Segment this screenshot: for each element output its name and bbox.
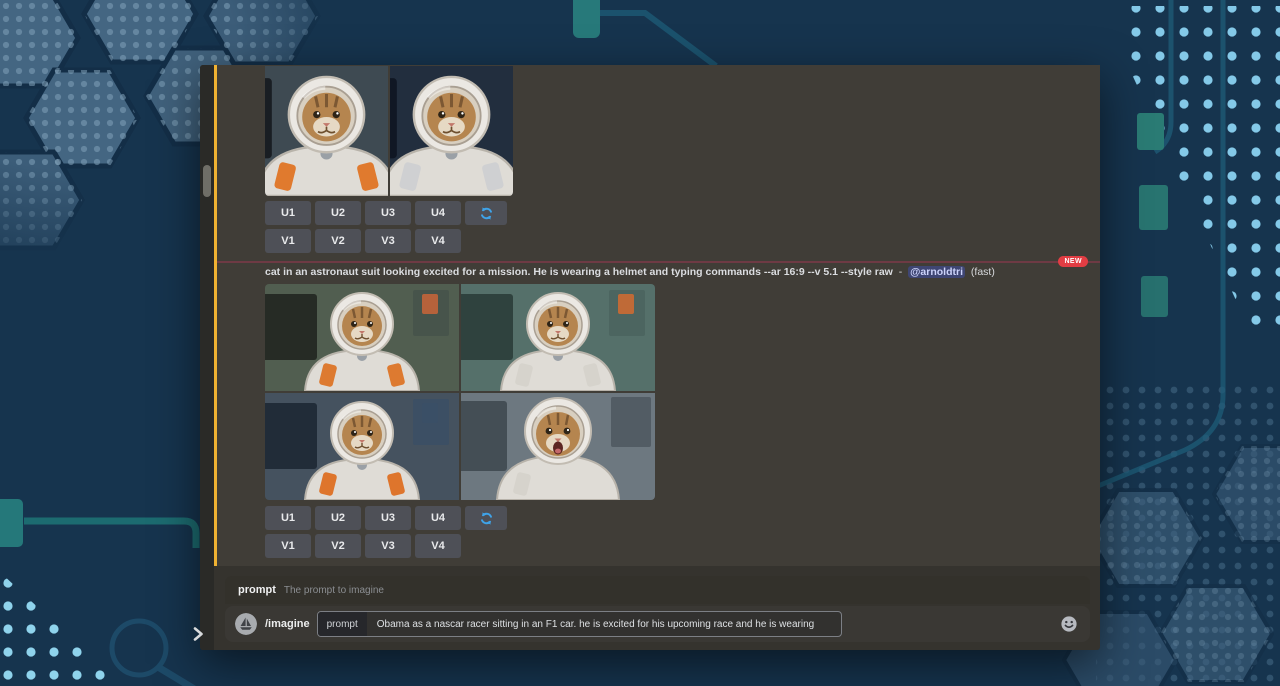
option-name: prompt — [238, 584, 276, 596]
message-prompt-line: cat in an astronaut suit looking excited… — [265, 266, 1085, 279]
reroll-button[interactable] — [465, 506, 507, 530]
variation-row-current: V1 V2 V3 V4 — [265, 534, 461, 558]
upscale-row-previous: U1 U2 U3 U4 — [265, 201, 507, 225]
prompt-text: cat in an astronaut suit looking excited… — [265, 266, 893, 278]
upscale-row-current: U1 U2 U3 U4 — [265, 506, 507, 530]
refresh-icon — [479, 511, 494, 526]
image-grid-previous[interactable] — [265, 66, 513, 196]
v4-button[interactable]: V4 — [415, 229, 461, 253]
expand-chevron-icon[interactable] — [191, 626, 205, 642]
separator: - — [899, 266, 903, 278]
variation-row-previous: V1 V2 V3 V4 — [265, 229, 461, 253]
v1-button[interactable]: V1 — [265, 534, 311, 558]
image-grid-current[interactable] — [265, 284, 655, 500]
smiley-emoji-icon — [1060, 615, 1078, 633]
v2-button[interactable]: V2 — [315, 229, 361, 253]
refresh-icon — [479, 206, 494, 221]
v3-button[interactable]: V3 — [365, 229, 411, 253]
user-mention[interactable]: @arnoldtri — [908, 266, 965, 278]
v1-button[interactable]: V1 — [265, 229, 311, 253]
v3-button[interactable]: V3 — [365, 534, 411, 558]
command-option-popup[interactable]: prompt The prompt to imagine — [225, 576, 1090, 604]
generated-image[interactable] — [461, 393, 655, 500]
generated-image[interactable] — [265, 393, 459, 500]
prompt-input[interactable]: prompt Obama as a nascar racer sitting i… — [317, 611, 842, 637]
slash-command-label: /imagine — [265, 618, 310, 630]
message-list: U1 U2 U3 U4 V1 V2 V3 V4 NEW cat in an as… — [217, 65, 1100, 566]
prompt-input-value[interactable]: Obama as a nascar racer sitting in an F1… — [367, 619, 814, 630]
generation-mode: (fast) — [971, 266, 995, 278]
discord-chat-panel: U1 U2 U3 U4 V1 V2 V3 V4 NEW cat in an as… — [200, 65, 1100, 650]
u2-button[interactable]: U2 — [315, 506, 361, 530]
u4-button[interactable]: U4 — [415, 201, 461, 225]
chat-input-bar[interactable]: /imagine prompt Obama as a nascar racer … — [225, 606, 1090, 642]
new-messages-divider: NEW — [217, 261, 1100, 263]
u4-button[interactable]: U4 — [415, 506, 461, 530]
generated-image[interactable] — [265, 66, 388, 196]
generated-image[interactable] — [390, 66, 513, 196]
v4-button[interactable]: V4 — [415, 534, 461, 558]
left-gutter — [200, 65, 214, 650]
emoji-picker-button[interactable] — [1060, 615, 1078, 633]
u3-button[interactable]: U3 — [365, 506, 411, 530]
option-description: The prompt to imagine — [284, 585, 384, 596]
param-chip: prompt — [318, 612, 367, 636]
u2-button[interactable]: U2 — [315, 201, 361, 225]
magnifier-motif — [112, 621, 196, 686]
generated-image[interactable] — [461, 284, 655, 391]
screen: U1 U2 U3 U4 V1 V2 V3 V4 NEW cat in an as… — [0, 0, 1280, 686]
u3-button[interactable]: U3 — [365, 201, 411, 225]
v2-button[interactable]: V2 — [315, 534, 361, 558]
scrollbar-thumb[interactable] — [203, 165, 211, 197]
reroll-button[interactable] — [465, 201, 507, 225]
generated-image[interactable] — [265, 284, 459, 391]
u1-button[interactable]: U1 — [265, 201, 311, 225]
u1-button[interactable]: U1 — [265, 506, 311, 530]
sailboat-bot-avatar-icon — [235, 613, 257, 635]
